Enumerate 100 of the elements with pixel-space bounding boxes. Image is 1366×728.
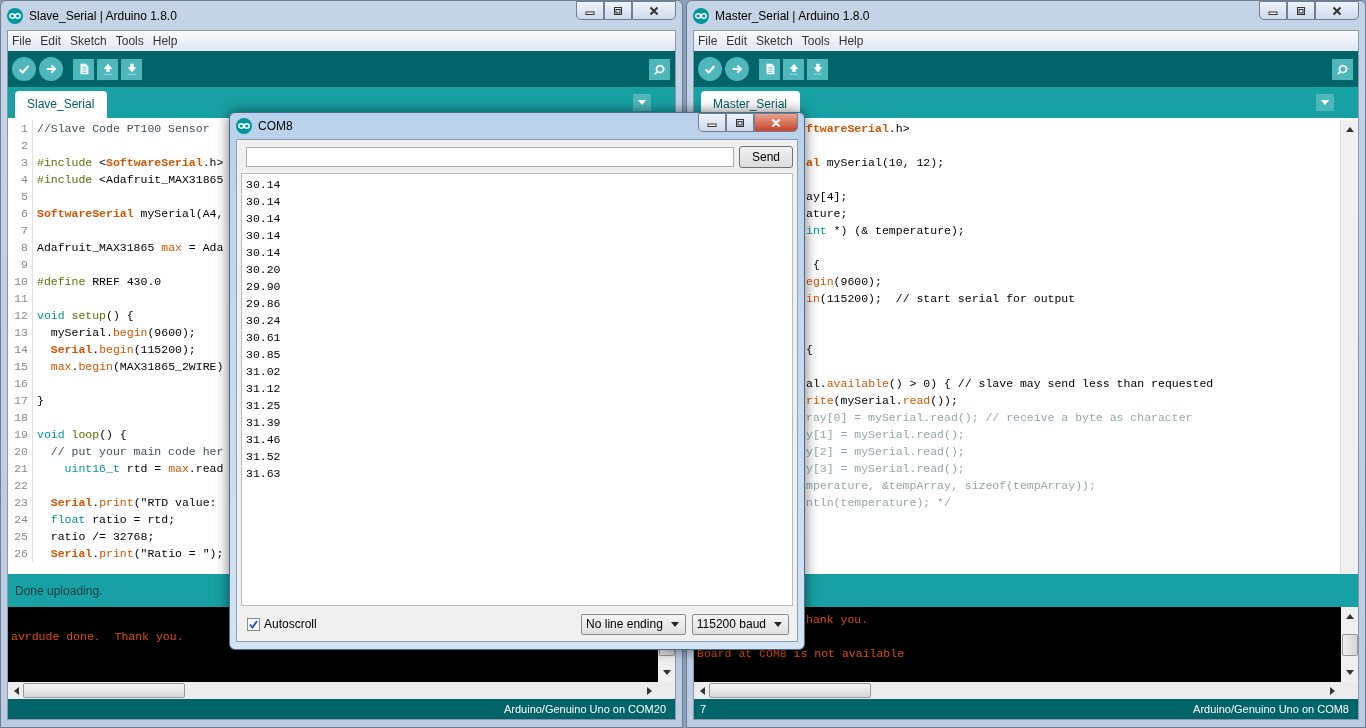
vertical-scrollbar[interactable] [1340,120,1358,574]
code-line: { [806,343,813,356]
minimize-button[interactable] [576,1,604,20]
output-line: 31.46 [246,432,282,448]
line-number: 20 [8,443,33,460]
line-number: 7 [8,222,33,239]
caret-down-icon [670,621,679,627]
line-number: 15 [8,358,33,375]
code-line: } [37,394,44,407]
code-line: #define RREF 430.0 [37,275,162,288]
line-ending-dropdown[interactable]: No line ending [581,613,686,635]
serial-monitor-button[interactable] [649,58,670,80]
code-line: int *) (& temperature); [806,224,965,237]
close-button[interactable] [632,1,676,20]
verify-button[interactable] [12,57,36,81]
output-line: 29.86 [246,296,282,312]
code-line: y[1] = mySerial.read(); [806,428,965,441]
menu-item[interactable]: Edit [722,34,753,48]
minimize-button[interactable] [698,113,726,132]
close-icon [648,5,660,16]
code-line: al mySerial(10, 12); [806,156,945,169]
output-line: 31.63 [246,466,282,482]
code-line: #include <Adafruit_MAX31865 [37,173,224,186]
infinity-logo-icon [236,118,252,134]
code-line: ray[0] = mySerial.read(); // receive a byte as character [806,411,1193,424]
close-icon [1331,5,1343,16]
code-line: max.begin(MAX31865_2WIRE) [49,360,224,373]
code-line: ratio /= 32768; [49,530,155,543]
line-indicator: 7 [700,703,707,715]
menu-item[interactable]: Edit [36,34,67,48]
new-button[interactable] [759,58,780,80]
scroll-thumb[interactable] [709,683,871,698]
output-line: 30.14 [246,194,282,210]
window-title: Master_Serial | Arduino 1.8.0 [715,8,870,23]
save-button[interactable] [807,58,828,80]
magnifier-icon [652,62,667,76]
console-line: avrdude done. Thank you. [11,630,184,643]
menu-item[interactable]: Sketch [66,34,112,48]
upload-button[interactable] [39,57,63,81]
code-line: mperature, &tempArray, sizeof(tempArray)); [806,479,1096,492]
code-line: Adafruit_MAX31865 max = Ada [37,241,224,254]
infinity-logo-icon [693,7,709,24]
scroll-thumb[interactable] [23,683,185,698]
code-line: egin(9600); [806,275,882,288]
serial-monitor-button[interactable] [1332,58,1353,80]
code-line: ature; [806,207,848,220]
line-number: 22 [8,477,33,494]
status-message: Done uploading. [15,583,103,598]
new-button[interactable] [73,58,94,80]
arrow-left-icon [699,685,705,696]
menu-item[interactable]: File [694,34,723,48]
code-line: void setup() { [37,309,134,322]
tab-menu-button[interactable] [633,94,651,111]
message-input-field[interactable] [246,147,734,167]
maximize-button[interactable] [726,113,754,132]
line-number: 26 [8,545,33,562]
line-number: 24 [8,511,33,528]
menu-item[interactable]: Sketch [752,34,798,48]
output-line: 31.02 [246,364,282,380]
menu-item[interactable]: File [8,34,37,48]
send-button[interactable]: Send [739,146,793,168]
line-number: 1 [8,120,33,137]
arrow-left-icon [13,685,19,696]
autoscroll-checkbox[interactable]: Autoscroll [247,617,317,631]
maximize-button[interactable] [604,1,632,20]
menu-item[interactable]: Tools [111,34,149,48]
horizontal-scrollbar[interactable] [694,682,1358,699]
scroll-thumb[interactable] [1341,633,1358,656]
arrow-up-icon [1344,126,1355,132]
arrow-right-icon [1330,685,1336,696]
console-line: Board at COM8 is not available [697,647,905,660]
output-line: 29.90 [246,279,282,295]
minimize-button[interactable] [1259,1,1287,20]
line-number: 23 [8,494,33,511]
magnifier-icon [1335,62,1350,76]
code-line: void loop() { [37,428,127,441]
close-icon [770,117,782,128]
upload-button[interactable] [725,57,749,81]
save-button[interactable] [121,58,142,80]
output-line: 30.85 [246,347,282,363]
output-line: 30.24 [246,313,282,329]
menu-item[interactable]: Help [148,34,183,48]
vertical-scrollbar[interactable] [1341,607,1358,682]
close-button[interactable] [754,113,798,132]
menu-item[interactable]: Tools [797,34,835,48]
menu-item[interactable]: Help [834,34,869,48]
close-button[interactable] [1315,1,1359,20]
open-button[interactable] [783,58,804,80]
open-button[interactable] [97,58,118,80]
code-line: uint16_t rtd = max.read [63,462,224,475]
sketch-tab[interactable]: Slave_Serial [15,91,108,118]
baud-rate-dropdown[interactable]: 115200 baud [691,613,789,635]
maximize-button[interactable] [1287,1,1315,20]
output-line: 30.14 [246,228,282,244]
code-line: { [811,258,820,271]
check-icon [17,62,31,76]
code-line: al.available() > 0) { // slave may send less than requested [806,377,1214,390]
code-line: float ratio = rtd; [49,513,176,526]
verify-button[interactable] [698,57,722,81]
horizontal-scrollbar[interactable] [8,682,675,699]
